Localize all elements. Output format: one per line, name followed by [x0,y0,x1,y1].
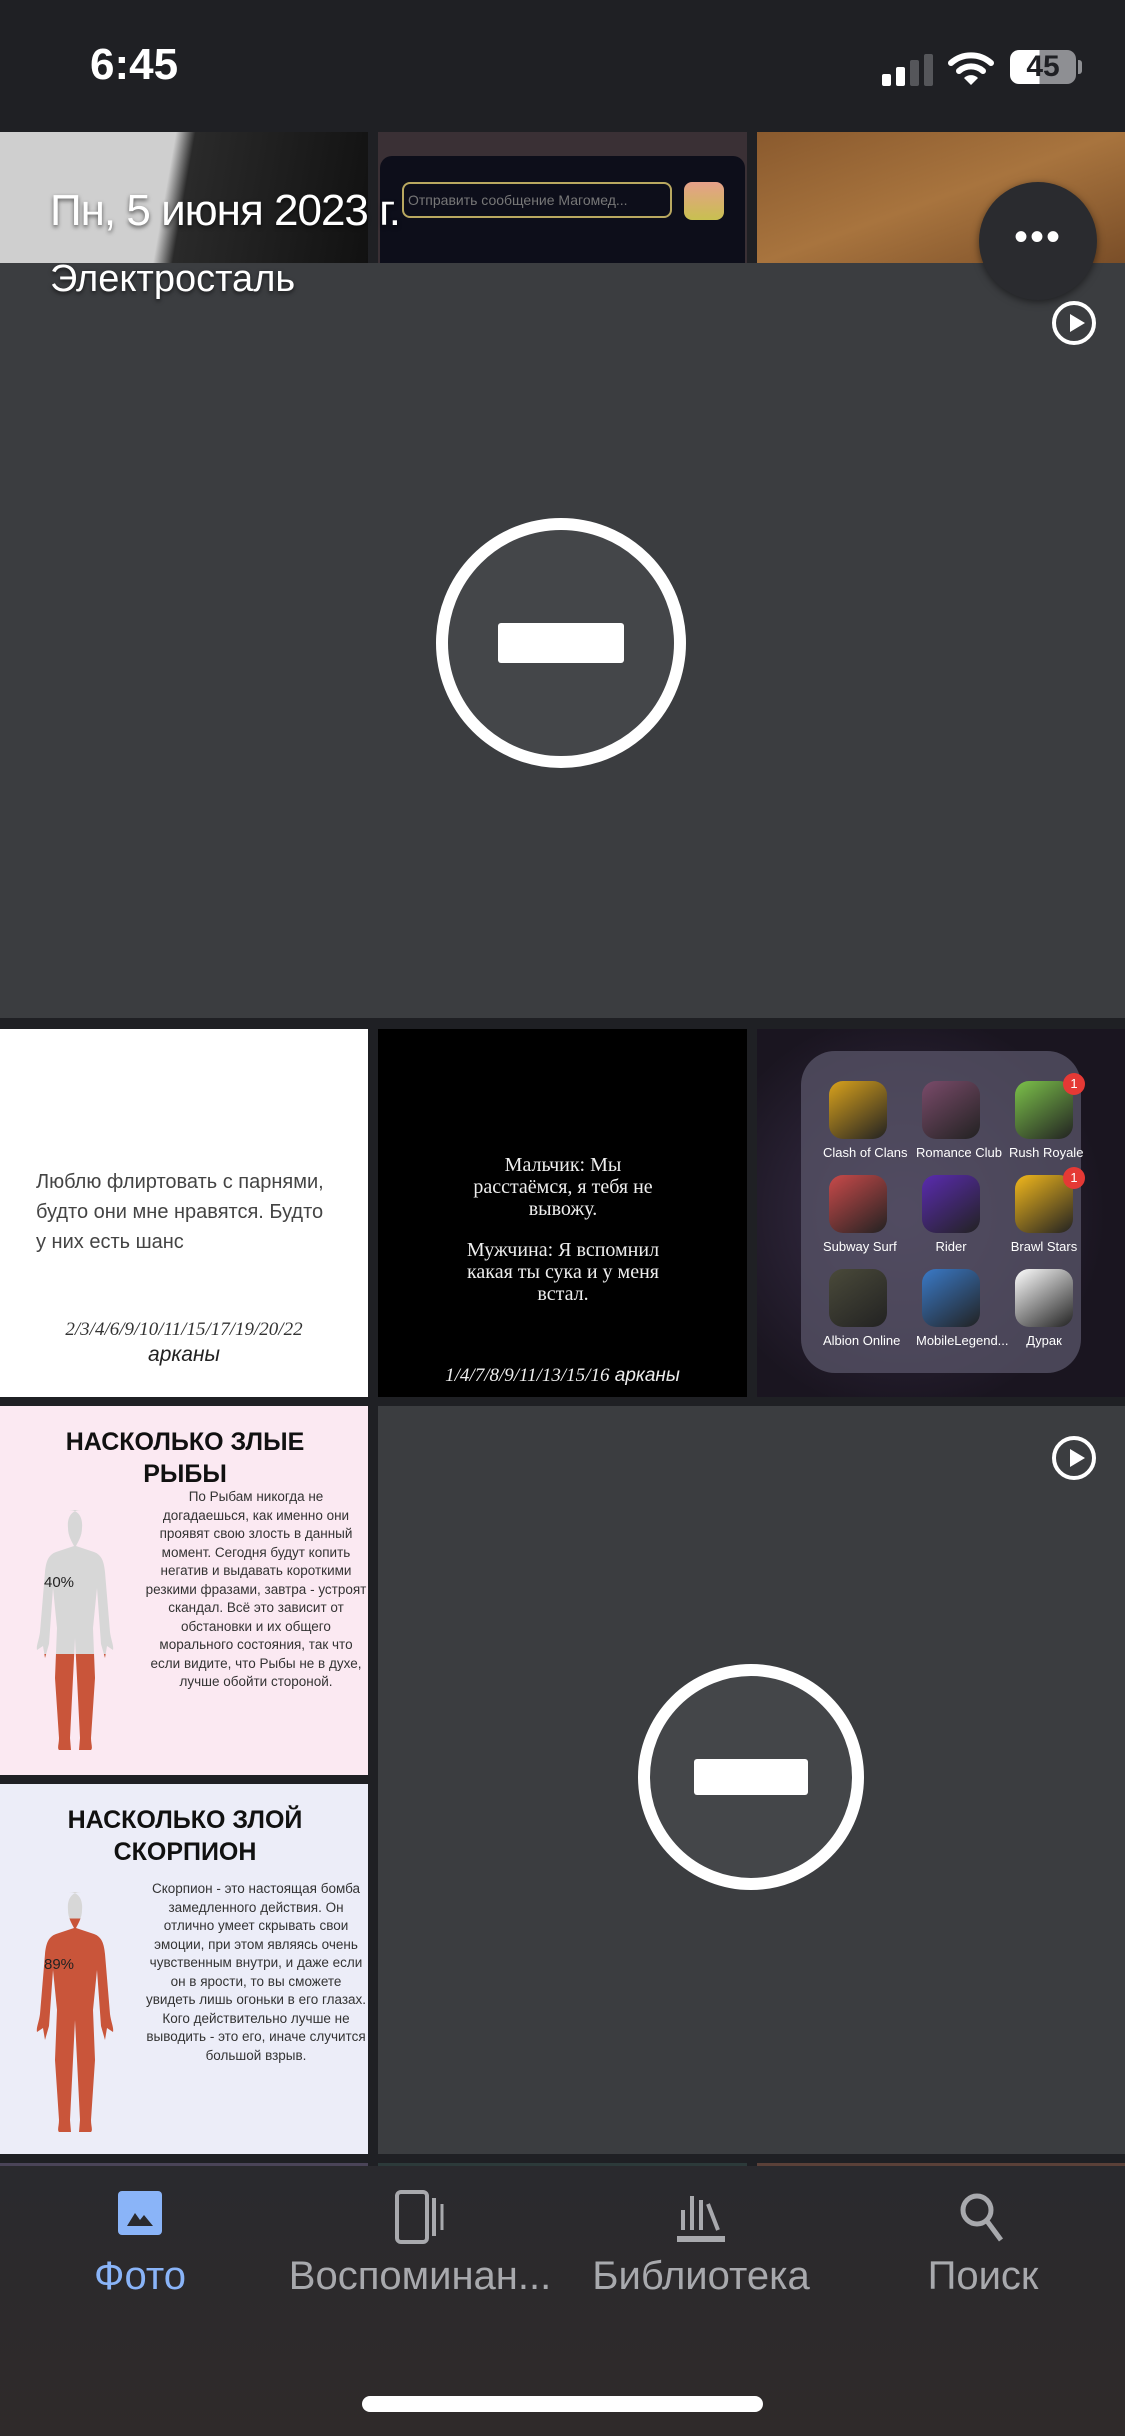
app-name: Дурак [1026,1333,1062,1348]
message-field: Отправить сообщение Магомед... [402,182,672,218]
joke-line: Мальчик: Мы расстаёмся, я тебя не вывожу… [473,1154,653,1220]
photo-thumbnail[interactable]: Люблю флиртовать с парнями, будто они мн… [0,1029,368,1397]
blocked-icon [436,518,686,768]
app-icon-image [829,1269,887,1327]
status-bar: 6:45 45 [0,0,1125,130]
body-figure [36,1892,114,2132]
arcana-numbers: 2/3/4/6/9/10/11/15/17/19/20/22 [65,1319,303,1340]
play-icon [1052,1436,1096,1480]
app-name: Subway Surf [823,1239,897,1254]
memories-icon [280,2190,560,2246]
app-icon: Romance Club [916,1081,1002,1160]
app-icon-image [922,1269,980,1327]
photo-icon [0,2190,280,2246]
home-indicator [362,2396,763,2412]
app-folder: Clash of Clans Romance Club Rush Royale 1 Su… [801,1051,1085,1373]
nav-label: Воспоминан... [288,2254,552,2298]
signal-icon [882,52,934,86]
app-icon: Дурак [1009,1269,1079,1348]
nav-label: Поиск [927,2254,1039,2298]
photo-thumbnail[interactable]: Мальчик: Мы расстаёмся, я тебя не вывожу… [378,1029,747,1397]
app-icon: Rider [916,1175,986,1254]
app-name: Brawl Stars [1010,1239,1078,1254]
app-icon: Rush Royale 1 [1009,1073,1085,1160]
body-figure [36,1510,114,1750]
app-icon: Clash of Clans [823,1081,908,1160]
sign-description: Скорпион - это настоящая бомба замедленн… [145,1881,367,2063]
app-icon-image [922,1175,980,1233]
search-icon [843,2190,1123,2246]
date-heading: Пн, 5 июня 2023 г. [50,186,401,235]
app-name: MobileLegend... [916,1333,1009,1348]
quote-text: Люблю флиртовать с парнями, будто они мн… [36,1171,324,1253]
arcana-label: арканы [148,1343,220,1366]
app-icon: Brawl Stars 1 [1009,1167,1085,1254]
library-icon [561,2190,841,2246]
sign-title: НАСКОЛЬКО ЗЛОЙ СКОРПИОН [67,1806,303,1866]
photo-thumbnail[interactable]: НАСКОЛЬКО ЗЛЫЕ РЫБЫ 40% По Рыбам никогда … [0,1406,368,1775]
nav-tab-search[interactable]: Поиск [843,2190,1123,2299]
video-tile-unavailable[interactable] [0,263,1125,1018]
nav-tab-library[interactable]: Библиотека [561,2190,841,2299]
battery-icon: 45 [1010,50,1076,84]
wifi-icon [948,52,994,85]
photo-thumbnail[interactable]: Clash of Clans Romance Club Rush Royale 1 Su… [757,1029,1125,1397]
location-label: Электросталь [50,258,296,300]
app-name: Clash of Clans [823,1145,908,1160]
battery-level: 45 [1026,50,1060,83]
arcana-footer: 1/4/7/8/9/11/13/15/16 арканы [445,1365,680,1386]
nav-tab-memories[interactable]: Воспоминан... [280,2190,560,2299]
percent-label: 89% [44,1956,75,1973]
more-horizontal-icon: ••• [1013,215,1062,259]
joke-line: Мужчина: Я вспомнил какая ты сука и у ме… [466,1239,660,1305]
sign-title: НАСКОЛЬКО ЗЛЫЕ РЫБЫ [65,1428,305,1488]
sign-description: По Рыбам никогда не догадаешься, как име… [145,1489,367,1689]
status-time: 6:45 [90,40,179,89]
nav-tab-photo[interactable]: Фото [0,2190,280,2299]
app-icon-image [922,1081,980,1139]
app-icon-image [829,1175,887,1233]
video-tile-unavailable[interactable] [378,1406,1125,2154]
percent-label: 40% [44,1574,75,1591]
notification-badge: 1 [1063,1167,1085,1189]
play-icon [1052,301,1096,345]
blocked-icon [638,1664,864,1890]
app-name: Rider [935,1239,967,1254]
app-icon: MobileLegend... [916,1269,1009,1348]
app-icon: Subway Surf [823,1175,897,1254]
app-icon: Albion Online [823,1269,901,1348]
app-icon-image [829,1081,887,1139]
app-name: Albion Online [823,1333,901,1348]
app-name: Rush Royale [1009,1145,1084,1160]
app-icon-image [1015,1269,1073,1327]
app-name: Romance Club [916,1145,1002,1160]
notification-badge: 1 [1063,1073,1085,1095]
nav-label: Библиотека [592,2254,810,2298]
photo-thumbnail[interactable]: Отправить сообщение Магомед... [378,132,747,263]
nav-label: Фото [94,2254,186,2298]
more-button[interactable]: ••• [979,182,1097,300]
photo-thumbnail[interactable]: НАСКОЛЬКО ЗЛОЙ СКОРПИОН 89% Скорпион - эт… [0,1784,368,2154]
